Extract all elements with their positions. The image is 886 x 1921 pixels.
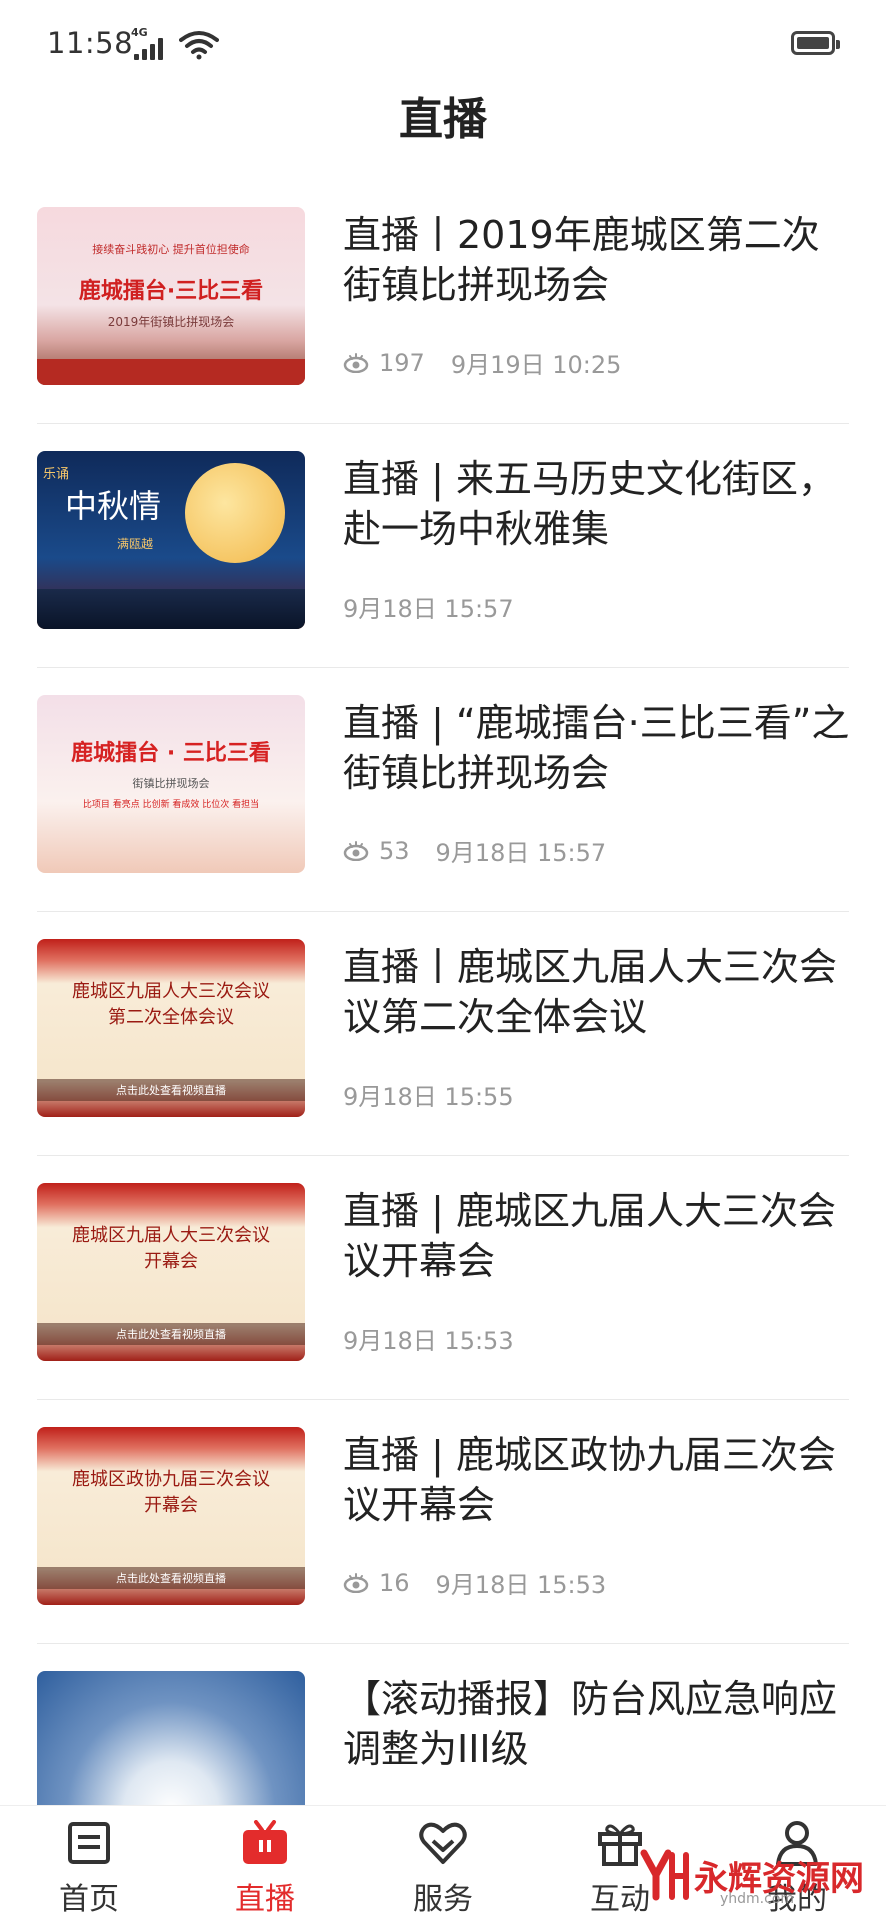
header: 直播 [0,85,886,175]
live-list[interactable]: 接续奋斗践初心 提升首位担使命 鹿城擂台·三比三看 2019年街镇比拼现场会 直… [0,180,886,1805]
wifi-icon [179,31,219,60]
item-meta: 9月18日 15:55 [343,1077,514,1112]
item-date: 9月18日 15:57 [343,595,514,623]
tab-home[interactable]: 首页 [14,1806,164,1921]
thumbnail-image: 乐诵 中秋情 满瓯越 [37,451,305,629]
item-title[interactable]: 直播 | 鹿城区九届人大三次会议开幕会 [343,1186,853,1286]
thumbnail-image: 鹿城区政协九届三次会议 开幕会 点击此处查看视频直播 [37,1427,305,1605]
item-title[interactable]: 直播 | 来五马历史文化街区，赴一场中秋雅集 [343,454,853,554]
view-count: 16 [379,1568,410,1597]
watermark-logo-icon [640,1849,689,1901]
view-count: 53 [379,836,410,865]
item-meta: 9月18日 15:53 [343,1321,514,1356]
item-title[interactable]: 直播 | “鹿城擂台·三比三看”之街镇比拼现场会 [343,698,853,798]
signal-icon: 4G [131,26,223,60]
battery-icon [791,31,840,55]
item-meta: 9月18日 15:57 [343,589,514,624]
gift-icon [598,1824,642,1866]
status-time: 11:58 [47,26,134,60]
item-date: 9月19日 10:25 [450,351,622,379]
item-date: 9月18日 15:55 [343,1083,514,1111]
watermark: 永辉资源网 yhdm.com [640,1839,886,1914]
thumbnail-image: 鹿城擂台 · 三比三看 街镇比拼现场会 比项目 看亮点 比创新 看成效 比位次 … [37,695,305,873]
list-item[interactable]: 鹿城擂台 · 三比三看 街镇比拼现场会 比项目 看亮点 比创新 看成效 比位次 … [0,668,886,912]
list-item[interactable]: 鹿城区九届人大三次会议 开幕会 点击此处查看视频直播 直播 | 鹿城区九届人大三… [0,1156,886,1400]
tab-live[interactable]: 直播 [190,1806,340,1921]
view-count-icon [343,352,369,373]
thumbnail-image: 鹿城区九届人大三次会议 第二次全体会议 点击此处查看视频直播 [37,939,305,1117]
item-meta: 197 9月19日 10:25 [343,345,621,380]
tab-bar: 首页 直播 服务 互动 我的 永辉资源网 yhdm.com [0,1805,886,1921]
list-item[interactable]: 【滚动播报】防台风应急响应调整为III级 [0,1644,886,1805]
list-item[interactable]: 鹿城区九届人大三次会议 第二次全体会议 点击此处查看视频直播 直播丨鹿城区九届人… [0,912,886,1156]
thumbnail-image: 接续奋斗践初心 提升首位担使命 鹿城擂台·三比三看 2019年街镇比拼现场会 [37,207,305,385]
live-tv-icon [243,1820,287,1864]
item-meta: 16 9月18日 15:53 [343,1565,606,1600]
view-count-icon [343,840,369,861]
view-count: 197 [379,348,425,377]
watermark-url: yhdm.com [720,1891,795,1907]
list-item[interactable]: 乐诵 中秋情 满瓯越 直播 | 来五马历史文化街区，赴一场中秋雅集 9月18日 … [0,424,886,668]
home-icon [68,1822,110,1864]
item-title[interactable]: 直播 | 鹿城区政协九届三次会议开幕会 [343,1430,853,1530]
item-date: 9月18日 15:53 [343,1327,514,1355]
view-count-icon [343,1572,369,1593]
list-item[interactable]: 接续奋斗践初心 提升首位担使命 鹿城擂台·三比三看 2019年街镇比拼现场会 直… [0,180,886,424]
service-heart-icon [419,1822,467,1864]
thumbnail-image: 鹿城区九届人大三次会议 开幕会 点击此处查看视频直播 [37,1183,305,1361]
item-title[interactable]: 直播丨2019年鹿城区第二次街镇比拼现场会 [343,210,853,310]
item-title[interactable]: 直播丨鹿城区九届人大三次会议第二次全体会议 [343,942,853,1042]
thumbnail-image [37,1671,305,1805]
item-title[interactable]: 【滚动播报】防台风应急响应调整为III级 [343,1674,853,1774]
item-date: 9月18日 15:53 [435,1571,607,1599]
status-bar: 11:58 4G [0,0,886,90]
item-meta: 53 9月18日 15:57 [343,833,606,868]
tab-service[interactable]: 服务 [368,1806,518,1921]
item-date: 9月18日 15:57 [435,839,607,867]
page-title: 直播 [399,94,487,145]
list-item[interactable]: 鹿城区政协九届三次会议 开幕会 点击此处查看视频直播 直播 | 鹿城区政协九届三… [0,1400,886,1644]
